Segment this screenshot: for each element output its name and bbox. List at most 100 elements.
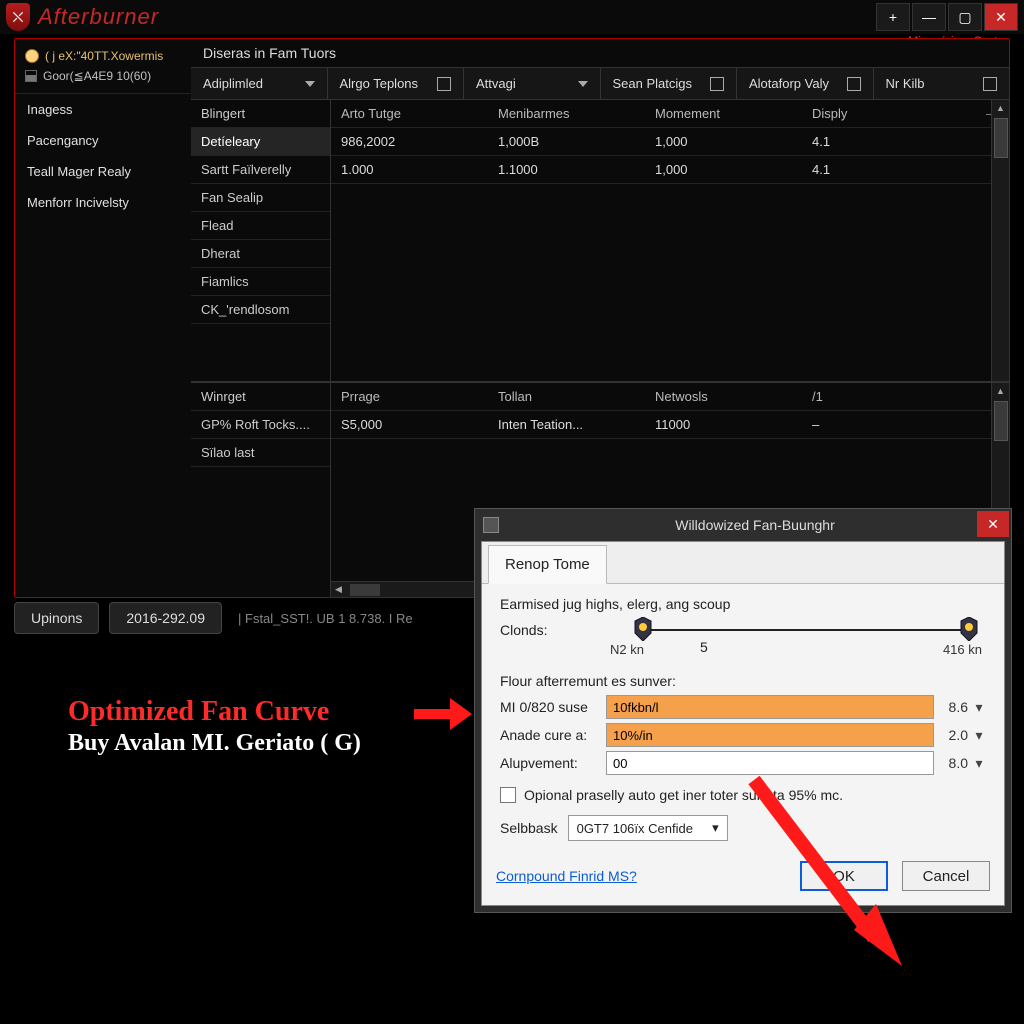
sidebar-item-1[interactable]: Pacengancy: [15, 125, 191, 156]
field-input-1[interactable]: [606, 723, 934, 747]
status-button-2[interactable]: 2016-292.09: [109, 602, 222, 634]
lcol-3[interactable]: /1: [802, 383, 959, 410]
slider-tick-labels: N2 kn 416 kn: [606, 642, 986, 657]
select-dropdown[interactable]: 0GT7 106ïx Cenfide ▾: [568, 815, 728, 841]
cell: 1,000: [645, 156, 802, 183]
table-row[interactable]: 986,2002 1,000B 1,000 4.1 –: [331, 128, 1009, 156]
table-row[interactable]: S5,000 Inten Teation... 11000 – –: [331, 411, 1009, 439]
tab-1[interactable]: Alrgo Teplons: [328, 68, 465, 99]
sidebar-item-3[interactable]: Menforr Incivelsty: [15, 187, 191, 218]
checkbox[interactable]: [500, 787, 516, 803]
col-3[interactable]: Disply: [802, 100, 959, 127]
lower-label-1[interactable]: GP% Roft Tocks....: [191, 411, 330, 439]
cell: –: [802, 411, 959, 438]
sidebar-item-2[interactable]: Teall Mager Realy: [15, 156, 191, 187]
chevron-down-icon: [578, 81, 588, 87]
cell: 4.1: [802, 156, 959, 183]
scroll-thumb[interactable]: [994, 118, 1008, 158]
col-0[interactable]: Arto Tutge: [331, 100, 488, 127]
row-label-7[interactable]: CK_'rendlosom: [191, 296, 330, 324]
tab-5[interactable]: Nr Kilb: [874, 68, 1010, 99]
col-2[interactable]: Momement: [645, 100, 802, 127]
row-label-5[interactable]: Dherat: [191, 240, 330, 268]
chevron-down-icon[interactable]: ▾: [972, 699, 986, 716]
window-close-button[interactable]: ✕: [984, 3, 1018, 31]
annotation-block: Optimized Fan Curve Buy Avalan MI. Geria…: [68, 696, 361, 757]
window-maximize-button[interactable]: ▢: [948, 3, 982, 31]
sidebar-stat-text: Goor(≦A4E9 10(60): [43, 69, 151, 83]
filter-icon: [847, 77, 861, 91]
dialog-body: Renop Tome Earmised jug highs, elerg, an…: [481, 541, 1005, 906]
row-label-0[interactable]: Blingert: [191, 100, 330, 128]
dialog-tab-active[interactable]: Renop Tome: [488, 545, 607, 584]
chevron-down-icon: ▾: [712, 820, 719, 836]
lower-label-0[interactable]: Winrget: [191, 383, 330, 411]
chart-bar-icon: [25, 70, 37, 82]
slider-handle-right[interactable]: [958, 617, 980, 641]
select-label: Selbbask: [500, 820, 558, 836]
field-input-0[interactable]: [606, 695, 934, 719]
tab-3[interactable]: Sean Platcigs: [601, 68, 738, 99]
row-label-3[interactable]: Fan Sealip: [191, 184, 330, 212]
cell: 1.000: [331, 156, 488, 183]
select-value: 0GT7 106ïx Cenfide: [577, 821, 693, 836]
row-label-6[interactable]: Fiamlics: [191, 268, 330, 296]
checkbox-row[interactable]: Opional praselly auto get iner toter sur…: [500, 787, 986, 803]
dialog-footer: Cornpound Finrid MS? OK Cancel: [482, 853, 1004, 891]
row-label-4[interactable]: Flead: [191, 212, 330, 240]
scroll-thumb[interactable]: [994, 401, 1008, 441]
checkbox-label: Opional praselly auto get iner toter sur…: [524, 787, 843, 803]
cell: 4.1: [802, 128, 959, 155]
dialog-app-icon: [483, 517, 499, 533]
scroll-left-arrow-icon[interactable]: ◀: [331, 584, 346, 595]
dialog-close-button[interactable]: ✕: [977, 511, 1009, 537]
field-label: MI 0/820 suse: [500, 699, 606, 715]
field-row-2: Alupvement: 8.0 ▾: [500, 751, 986, 775]
tab-0[interactable]: Adiplimled: [191, 68, 328, 99]
lcol-2[interactable]: Netwosls: [645, 383, 802, 410]
chevron-down-icon[interactable]: ▾: [972, 727, 986, 744]
annotation-title: Optimized Fan Curve: [68, 696, 361, 728]
window-minimize-button[interactable]: —: [912, 3, 946, 31]
ok-button[interactable]: OK: [800, 861, 888, 891]
lower-label-2[interactable]: Sïlao last: [191, 439, 330, 467]
cell: S5,000: [331, 411, 488, 438]
tab-3-label: Sean Platcigs: [613, 76, 693, 91]
chevron-down-icon[interactable]: ▾: [972, 755, 986, 772]
field-input-2[interactable]: [606, 751, 934, 775]
sidebar-item-0[interactable]: Inagess: [15, 94, 191, 125]
field-label: Anade cure a:: [500, 727, 606, 743]
title-bar: Afterburner + — ▢ ✕: [0, 0, 1024, 34]
slider-row: Clonds: 5: [500, 622, 986, 638]
tab-2[interactable]: Attvagi: [464, 68, 601, 99]
scroll-up-arrow-icon[interactable]: ▲: [992, 100, 1009, 116]
tab-0-label: Adiplimled: [203, 76, 263, 91]
lcol-0[interactable]: Prrage: [331, 383, 488, 410]
field-row-1: Anade cure a: 2.0 ▾: [500, 723, 986, 747]
cell: 1.1000: [488, 156, 645, 183]
content-title: Diseras in Fam Tuors: [191, 39, 1009, 67]
row-label-1[interactable]: Detíeleary: [191, 128, 330, 156]
status-button-1[interactable]: Upinons: [14, 602, 99, 634]
vertical-scrollbar[interactable]: ▲: [991, 100, 1009, 381]
slider-handle-left[interactable]: [632, 617, 654, 641]
row-label-2[interactable]: Sartt Faïlverelly: [191, 156, 330, 184]
range-slider[interactable]: 5: [606, 625, 986, 635]
dialog-help-link[interactable]: Cornpound Finrid MS?: [496, 868, 637, 884]
cancel-button[interactable]: Cancel: [902, 861, 990, 891]
grid-header: Arto Tutge Menibarmes Momement Disply —: [331, 100, 1009, 128]
tab-2-label: Attvagi: [476, 76, 516, 91]
window-plus-button[interactable]: +: [876, 3, 910, 31]
scroll-up-arrow-icon[interactable]: ▲: [992, 383, 1009, 399]
sidebar-userline: ( j eX:"40TT.Xowermis: [15, 45, 191, 67]
table-row[interactable]: 1.000 1.1000 1,000 4.1 –: [331, 156, 1009, 184]
lcol-1[interactable]: Tollan: [488, 383, 645, 410]
tab-4[interactable]: Alotaforp Valy: [737, 68, 874, 99]
dialog-section: Earmised jug highs, elerg, ang scoup Clo…: [482, 584, 1004, 853]
col-1[interactable]: Menibarmes: [488, 100, 645, 127]
dialog-title-bar[interactable]: Willdowized Fan-Buunghr: [475, 509, 1011, 541]
tab-4-label: Alotaforp Valy: [749, 76, 829, 91]
cell: Inten Teation...: [488, 411, 645, 438]
scroll-thumb[interactable]: [350, 584, 380, 596]
grid-table: Arto Tutge Menibarmes Momement Disply — …: [331, 100, 1009, 381]
